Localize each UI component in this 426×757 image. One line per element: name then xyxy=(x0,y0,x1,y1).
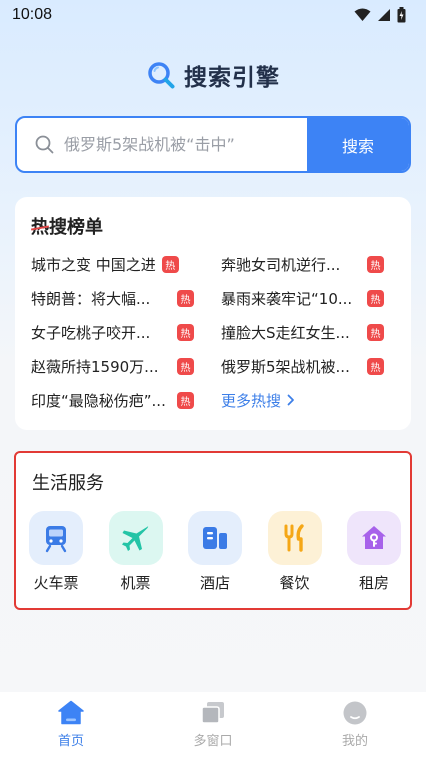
battery-charging-icon xyxy=(397,7,406,23)
hot-item-text: 特朗普：将大幅... xyxy=(31,289,151,308)
hot-badge: 热 xyxy=(177,391,194,409)
wifi-icon xyxy=(354,8,371,21)
more-hot-text: 更多热搜 xyxy=(221,391,282,410)
service-label: 机票 xyxy=(120,574,151,592)
service-dining[interactable]: 餐饮 xyxy=(267,511,323,593)
hot-badge: 热 xyxy=(367,289,384,307)
hot-badge: 热 xyxy=(367,323,384,341)
hot-item-4[interactable]: 暴雨来袭牢记“10... 热 xyxy=(221,281,411,315)
service-icon-bg xyxy=(29,511,83,565)
hot-item-1[interactable]: 城市之变 中国之进 热 xyxy=(31,247,221,281)
hot-item-text: 暴雨来袭牢记“10... xyxy=(221,289,353,308)
service-icon-bg xyxy=(347,511,401,565)
service-label: 餐饮 xyxy=(279,574,310,592)
search-bar: 搜索 xyxy=(15,116,411,173)
service-icon-bg xyxy=(188,511,242,565)
signal-icon xyxy=(378,9,390,21)
service-icon-bg xyxy=(267,511,322,565)
service-icon-bg xyxy=(108,511,163,565)
service-flight-ticket[interactable]: 机票 xyxy=(108,511,164,593)
service-label: 火车票 xyxy=(33,574,79,592)
nav-home[interactable]: 首页 xyxy=(21,700,121,749)
hot-item-5[interactable]: 女子吃桃子咬开... 热 xyxy=(31,315,221,349)
search-field[interactable] xyxy=(17,118,307,171)
app-title: 搜索引擎 xyxy=(184,65,280,91)
hot-badge: 热 xyxy=(367,357,384,375)
hot-badge: 热 xyxy=(161,255,179,273)
home-icon xyxy=(58,700,84,725)
hot-item-text: 撞脸大S走红女生... xyxy=(221,323,350,342)
chevron-right-icon xyxy=(287,394,294,406)
hot-item-9[interactable]: 印度“最隐秘伤疤”... 热 xyxy=(31,383,221,417)
hot-item-2[interactable]: 奔驰女司机逆行... 热 xyxy=(221,247,411,281)
search-button[interactable]: 搜索 xyxy=(307,118,409,171)
bottom-navigation: 首页 多窗口 我的 xyxy=(0,692,426,757)
app-logo: 搜索引擎 xyxy=(0,55,426,95)
hot-item-8[interactable]: 俄罗斯5架战机被... 热 xyxy=(221,349,411,383)
hot-item-text: 奔驰女司机逆行... xyxy=(221,255,341,274)
house-key-icon xyxy=(362,526,386,549)
train-icon xyxy=(45,526,67,553)
hot-item-text: 俄罗斯5架战机被... xyxy=(221,357,350,376)
life-services-card: 生活服务 火车票 机票 酒店 餐饮 租房 xyxy=(14,451,412,610)
search-icon xyxy=(148,62,175,89)
more-hot-link[interactable]: 更多热搜 xyxy=(221,383,411,417)
hot-badge: 热 xyxy=(177,289,194,307)
service-grid: 火车票 机票 酒店 餐饮 租房 xyxy=(28,511,402,593)
fork-knife-icon xyxy=(284,524,304,552)
hot-item-7[interactable]: 赵薇所持1590万... 热 xyxy=(31,349,221,383)
hot-item-text: 赵薇所持1590万... xyxy=(31,357,159,376)
hot-search-title: 热搜榜单 xyxy=(31,211,395,241)
hotel-icon xyxy=(203,527,227,549)
hot-search-list: 城市之变 中国之进 热 奔驰女司机逆行... 热 特朗普：将大幅... 热 暴雨… xyxy=(31,247,395,417)
hot-item-3[interactable]: 特朗普：将大幅... 热 xyxy=(31,281,221,315)
life-services-title: 生活服务 xyxy=(32,473,104,494)
hot-search-card: 热搜榜单 城市之变 中国之进 热 奔驰女司机逆行... 热 特朗普：将大幅...… xyxy=(15,197,411,430)
status-time: 10:08 xyxy=(12,6,53,23)
search-input[interactable] xyxy=(64,135,307,154)
windows-icon xyxy=(201,702,224,724)
status-bar: 10:08 xyxy=(0,0,426,30)
service-rental[interactable]: 租房 xyxy=(346,511,402,593)
profile-icon xyxy=(343,701,367,725)
nav-profile[interactable]: 我的 xyxy=(305,700,405,749)
service-train-ticket[interactable]: 火车票 xyxy=(28,511,84,593)
hot-item-text: 女子吃桃子咬开... xyxy=(31,323,151,342)
search-field-icon xyxy=(35,135,54,154)
hot-badge: 热 xyxy=(177,323,194,341)
airplane-icon xyxy=(121,526,148,551)
hot-item-text: 印度“最隐秘伤疤”... xyxy=(31,391,166,410)
service-label: 租房 xyxy=(358,574,389,592)
hot-item-6[interactable]: 撞脸大S走红女生... 热 xyxy=(221,315,411,349)
hot-badge: 热 xyxy=(367,255,384,273)
nav-label: 我的 xyxy=(341,734,368,749)
status-icons xyxy=(354,7,406,23)
service-label: 酒店 xyxy=(199,574,230,592)
hot-title-first-char: 热 xyxy=(31,213,49,239)
nav-label: 首页 xyxy=(57,734,84,749)
nav-windows[interactable]: 多窗口 xyxy=(163,700,263,749)
hot-badge: 热 xyxy=(177,357,194,375)
more-hot-label: 更多热搜 xyxy=(221,390,295,411)
nav-label: 多窗口 xyxy=(193,734,233,749)
hot-item-text: 城市之变 中国之进 xyxy=(31,255,156,274)
service-hotel[interactable]: 酒店 xyxy=(187,511,243,593)
hot-title-rest: 搜榜单 xyxy=(49,217,103,238)
